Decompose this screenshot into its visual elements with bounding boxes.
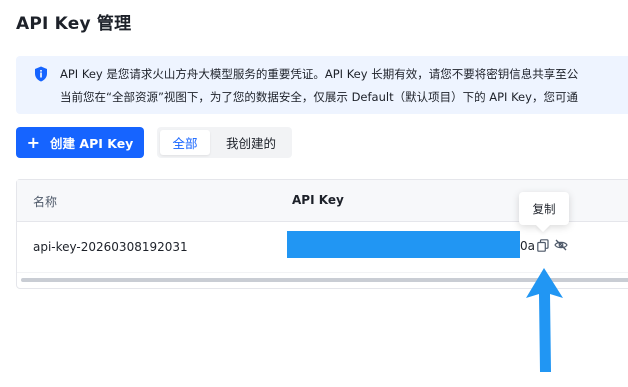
create-api-key-button[interactable]: + 创建 API Key — [16, 127, 144, 158]
shield-info-icon — [35, 66, 47, 82]
column-header-name: 名称 — [33, 195, 58, 209]
notice-line-1: API Key 是您请求火山方舟大模型服务的重要凭证。API Key 长期有效，… — [60, 67, 579, 81]
filter-mine-tab[interactable]: 我创建的 — [215, 130, 287, 155]
api-key-name-cell: api-key-20260308192031 — [33, 240, 188, 254]
page-title: API Key 管理 — [16, 14, 132, 34]
notice-line-2: 当前您在“全部资源”视图下，为了您的数据安全，仅展示 Default（默认项目）… — [60, 90, 578, 104]
create-api-key-label: 创建 API Key — [50, 136, 134, 151]
column-header-api-key: API Key — [292, 193, 344, 207]
redacted-api-key-value — [287, 231, 520, 258]
eye-off-icon[interactable] — [554, 238, 568, 252]
copy-icon[interactable] — [537, 239, 549, 252]
info-notice: API Key 是您请求火山方舟大模型服务的重要凭证。API Key 长期有效，… — [16, 56, 628, 114]
annotation-arrow-icon — [526, 268, 563, 372]
filter-all-tab[interactable]: 全部 — [160, 130, 210, 155]
api-key-visible-suffix: 0a — [520, 239, 535, 253]
filter-segmented-control: 全部 我创建的 — [157, 127, 292, 158]
plus-icon: + — [26, 132, 41, 152]
copy-tooltip: 复制 — [519, 192, 569, 225]
